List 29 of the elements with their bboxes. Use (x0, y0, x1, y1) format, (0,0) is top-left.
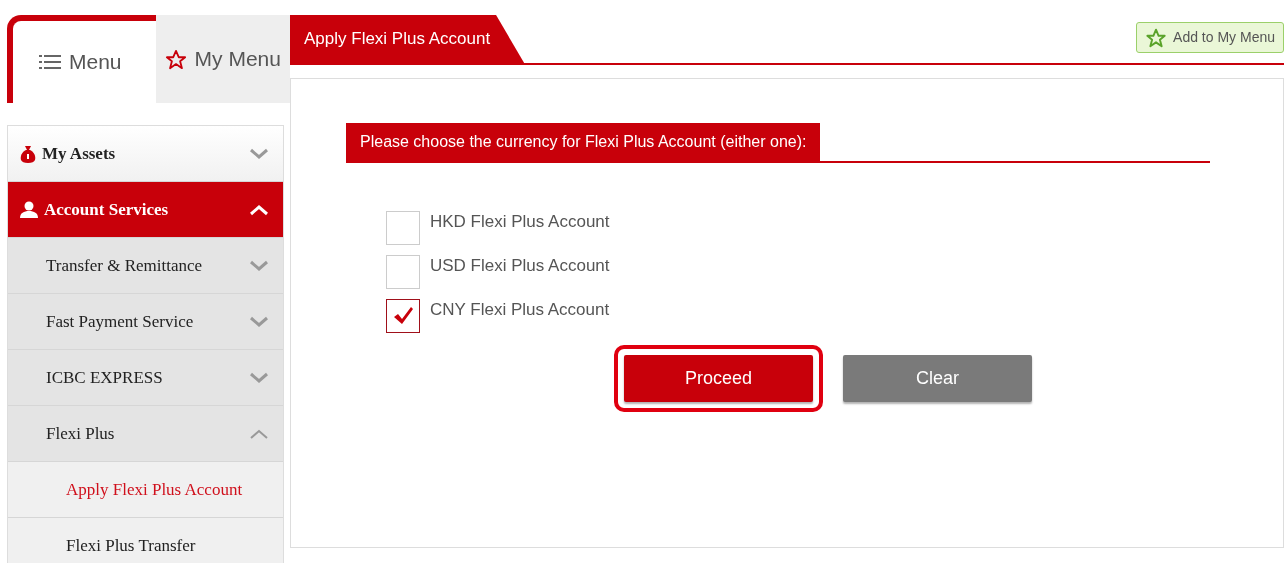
sidebar-item[interactable]: ICBC EXPRESS (8, 350, 283, 406)
add-to-my-menu-button[interactable]: Add to My Menu (1136, 22, 1284, 53)
chevron-down-icon[interactable] (249, 315, 269, 328)
money-bag-icon (20, 144, 36, 163)
option-label: HKD Flexi Plus Account (430, 211, 610, 233)
menu-tab[interactable]: Menu (7, 15, 156, 103)
chevron-down-icon[interactable] (249, 147, 269, 160)
option-label: CNY Flexi Plus Account (430, 299, 610, 321)
page-title: Apply Flexi Plus Account (290, 15, 525, 63)
sidebar-item[interactable]: Transfer & Remittance (8, 238, 283, 294)
check-icon (392, 306, 414, 326)
sidebar-item[interactable]: Account Services (8, 182, 283, 238)
chevron-up-icon[interactable] (249, 203, 269, 216)
sidebar-item[interactable]: Flexi Plus (8, 406, 283, 462)
star-icon (164, 48, 187, 70)
sidebar-item[interactable]: Fast Payment Service (8, 294, 283, 350)
chevron-down-icon[interactable] (249, 259, 269, 272)
section-title: Please choose the currency for Flexi Plus Account (either one): (346, 123, 821, 161)
menu-icon (39, 54, 61, 70)
clear-button[interactable]: Clear (843, 355, 1032, 402)
star-icon (1145, 27, 1168, 48)
person-icon (20, 201, 38, 218)
sidebar-item[interactable]: Apply Flexi Plus Account (8, 462, 283, 518)
checkbox[interactable] (386, 299, 420, 333)
sidebar-item[interactable]: Flexi Plus Transfer (8, 518, 283, 563)
proceed-button[interactable]: Proceed (624, 355, 813, 402)
menu-tab[interactable]: My Menu (155, 15, 290, 103)
chevron-down-icon[interactable] (249, 371, 269, 384)
option-label: USD Flexi Plus Account (430, 255, 610, 277)
